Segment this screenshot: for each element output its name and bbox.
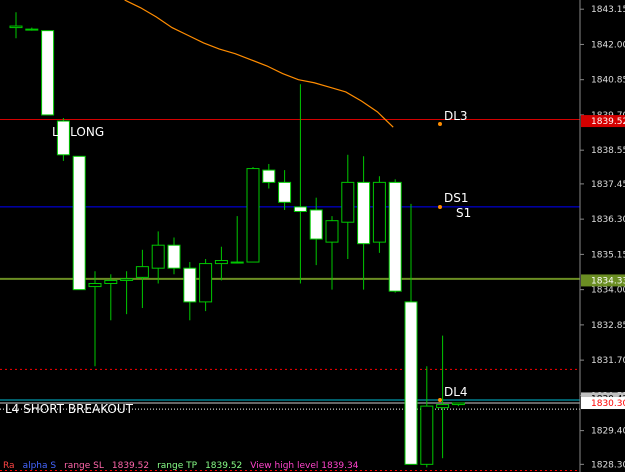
price-tick-label: 1835.15 xyxy=(591,250,625,260)
price-tick-label: 1842.00 xyxy=(591,40,625,50)
candle-body-down xyxy=(388,181,402,292)
candle xyxy=(246,167,260,263)
candle-body-up xyxy=(372,181,386,243)
price-tick-label: 1828.30 xyxy=(591,460,625,470)
candle-body-up xyxy=(88,283,102,288)
bottom-bar-item: alpha S xyxy=(22,461,57,471)
price-tag-label: 1830.30 xyxy=(591,399,625,409)
candle-body-down xyxy=(357,181,371,245)
candle-body-up xyxy=(25,28,39,31)
candle-body-down xyxy=(404,301,418,465)
candle-body-down xyxy=(167,244,181,269)
price-tick-label: 1843.15 xyxy=(591,5,625,15)
l3-long-label: L3 LONG xyxy=(52,125,104,139)
s1-label: S1 xyxy=(456,206,471,220)
price-tag-label: 1839.52 xyxy=(591,117,625,127)
dl3-label: DL3 xyxy=(444,109,468,123)
price-tag: 1830.30 xyxy=(581,397,625,410)
candle-body-up xyxy=(199,263,213,303)
candle-body-down xyxy=(293,206,307,212)
l4-short-breakout-label: L4 SHORT BREAKOUT xyxy=(5,402,134,416)
bottom-bar-item: 1839.52 xyxy=(111,461,150,471)
dl4-marker xyxy=(438,398,442,402)
ds1-marker xyxy=(438,205,442,209)
candle-body-down xyxy=(183,267,197,303)
candle-body-up xyxy=(9,25,23,29)
indicator-bottom-bar: Ra alpha S range SL 1839.52 range TP 1839.52 V… xyxy=(0,461,580,472)
ds1-label: DS1 xyxy=(444,191,469,205)
price-tick-label: 1838.55 xyxy=(591,146,625,156)
candle-body-up xyxy=(436,404,450,409)
bottom-bar-item: View high level 1839.34 xyxy=(250,461,359,471)
candle-body-up xyxy=(420,405,434,465)
dl4-label: DL4 xyxy=(444,385,468,399)
candle-body-up xyxy=(151,244,165,269)
candle-body-up xyxy=(104,279,118,285)
candle-body-up xyxy=(325,220,339,243)
candle-body-up xyxy=(230,261,244,264)
candle xyxy=(72,155,86,291)
candle-body-down xyxy=(262,169,276,183)
bottom-bar-item: range SL xyxy=(64,461,104,471)
candle xyxy=(388,179,402,293)
price-tag: 1839.52 xyxy=(581,115,625,128)
price-tick-label: 1836.30 xyxy=(591,215,625,225)
bottom-bar-item: Ra xyxy=(3,461,15,471)
candle-body-down xyxy=(72,155,86,291)
candle-body-up xyxy=(341,181,355,223)
price-tick-label: 1840.85 xyxy=(591,76,625,86)
candle-body-down xyxy=(278,181,292,203)
price-tick-label: 1834.00 xyxy=(591,286,625,296)
price-chart[interactable]: L3 LONG L4 SHORT BREAKOUT DL3 DS1 S1 DL4… xyxy=(0,0,625,472)
candle-body-down xyxy=(41,30,55,116)
price-tick-label: 1829.40 xyxy=(591,427,625,437)
price-tag: 1834.33 xyxy=(581,274,625,287)
bottom-bar-item: 1839.52 xyxy=(205,461,243,471)
dl3-marker xyxy=(438,122,442,126)
price-tag-label: 1834.33 xyxy=(591,276,625,286)
candle-body-up xyxy=(120,278,134,281)
price-tick-label: 1831.70 xyxy=(591,356,625,366)
candle-body-up xyxy=(135,266,149,278)
candle-body-up xyxy=(214,260,228,265)
price-tick-label: 1832.85 xyxy=(591,321,625,331)
candle xyxy=(372,176,386,253)
candle-body-up xyxy=(451,402,465,406)
price-tick-label: 1837.45 xyxy=(591,180,625,190)
candle-body-down xyxy=(309,209,323,240)
bottom-bar-item: range TP xyxy=(157,461,198,471)
candle-body-up xyxy=(246,168,260,263)
candle xyxy=(41,30,55,116)
